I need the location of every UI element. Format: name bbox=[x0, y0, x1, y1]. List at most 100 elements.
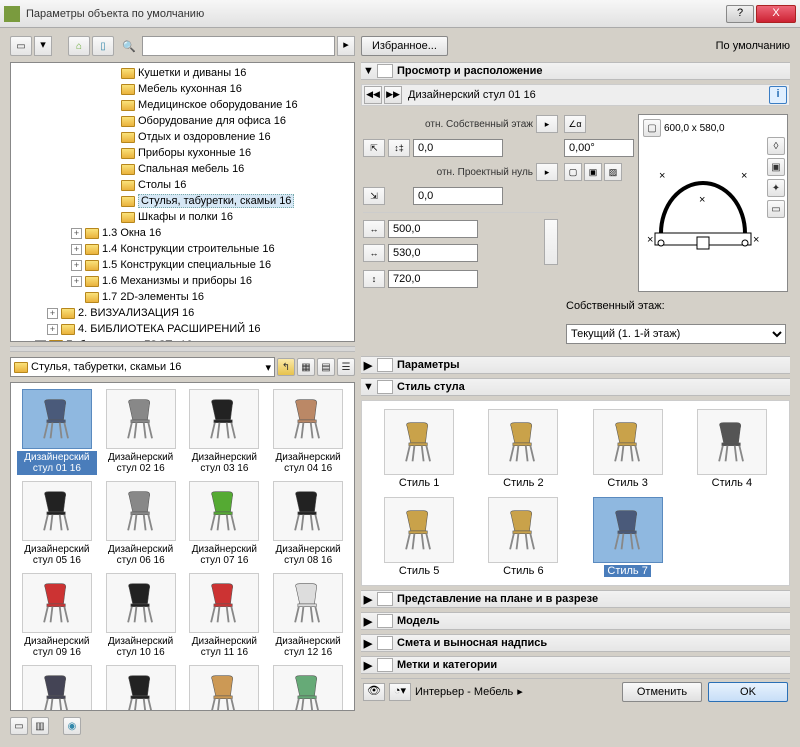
style-label: Стиль 2 bbox=[503, 477, 543, 489]
next-object-button[interactable]: ▶▶ bbox=[384, 86, 402, 104]
thumbnail-item[interactable]: Дизайнерский стул 10 16 bbox=[101, 573, 181, 659]
style-item[interactable]: Стиль 5 bbox=[370, 497, 468, 577]
dim-z-field[interactable] bbox=[388, 270, 478, 288]
expand-toggle[interactable]: + bbox=[35, 340, 46, 343]
search-input[interactable] bbox=[142, 36, 335, 56]
help-button[interactable]: ? bbox=[726, 5, 754, 23]
zero-pick-button[interactable]: ▸ bbox=[536, 163, 558, 181]
mirror-both-button[interactable]: ▨ bbox=[604, 163, 622, 181]
section-plan-header[interactable]: ▶ Представление на плане и в разрезе bbox=[361, 590, 790, 608]
layer-pick-button[interactable]: ◔▾ bbox=[389, 683, 411, 701]
style-item[interactable]: Стиль 4 bbox=[683, 409, 781, 489]
tree-item[interactable]: +1.6 Механизмы и приборы 16 bbox=[11, 273, 354, 289]
expand-toggle[interactable]: + bbox=[47, 308, 58, 319]
ok-button[interactable]: OK bbox=[708, 682, 788, 702]
tree-item[interactable]: 1.7 2D-элементы 16 bbox=[11, 289, 354, 305]
thumbnail-item[interactable]: Дизайнерский стул 04 16 bbox=[268, 389, 348, 475]
style-item[interactable]: Стиль 6 bbox=[474, 497, 572, 577]
tree-item[interactable]: Стулья, табуретки, скамьи 16 bbox=[11, 193, 354, 209]
thumbnail-item[interactable]: Дизайнерский стул 08 16 bbox=[268, 481, 348, 567]
dim-y-field[interactable] bbox=[388, 244, 478, 262]
prev-object-button[interactable]: ◀◀ bbox=[364, 86, 382, 104]
tree-item[interactable]: Приборы кухонные 16 bbox=[11, 145, 354, 161]
section-tags-header[interactable]: ▶ Метки и категории bbox=[361, 656, 790, 674]
splitter[interactable] bbox=[10, 346, 355, 352]
style-item[interactable]: Стиль 1 bbox=[370, 409, 468, 489]
mirror-h-button[interactable]: ▢ bbox=[564, 163, 582, 181]
thumbnail-item[interactable]: Дизайнерский стул 07 16 bbox=[185, 481, 265, 567]
style-item[interactable]: Стиль 3 bbox=[579, 409, 677, 489]
tree-item[interactable]: +Библиотека по ГОСТу 16 bbox=[11, 337, 354, 342]
tree-item[interactable]: Отдых и оздоровление 16 bbox=[11, 129, 354, 145]
thumbnail-item[interactable]: Дизайнерский стул 11 16 bbox=[185, 573, 265, 659]
thumbnail-item[interactable]: Дизайнерский стул 16 bbox=[101, 665, 181, 711]
link-dims-button[interactable] bbox=[544, 219, 558, 265]
tree-item[interactable]: +2. ВИЗУАЛИЗАЦИЯ 16 bbox=[11, 305, 354, 321]
dim-x-field[interactable] bbox=[388, 220, 478, 238]
floor-pick-button[interactable]: ▸ bbox=[536, 115, 558, 133]
thumbnail-item[interactable]: Кресло 01 16 bbox=[268, 665, 348, 711]
style-item[interactable]: Стиль 7 bbox=[579, 497, 677, 577]
tree-item[interactable]: +4. БИБЛИОТЕКА РАСШИРЕНИЙ 16 bbox=[11, 321, 354, 337]
thumbnail-item[interactable]: Дизайнерский стул 13 16 bbox=[17, 665, 97, 711]
thumbnail-item[interactable]: Дизайнерский стул 01 16 bbox=[17, 389, 97, 475]
angle-field[interactable] bbox=[564, 139, 634, 157]
pv-btn-4[interactable]: ▭ bbox=[767, 200, 785, 218]
view-small-button[interactable]: ▤ bbox=[317, 358, 335, 376]
tree-item[interactable]: Кушетки и диваны 16 bbox=[11, 65, 354, 81]
tree-item[interactable]: Столы 16 bbox=[11, 177, 354, 193]
tool-chair-icon[interactable]: ⌂ bbox=[68, 36, 90, 56]
path-combo[interactable]: Стулья, табуретки, скамьи 16 ▾ bbox=[10, 357, 275, 377]
tree-item[interactable]: Мебель кухонная 16 bbox=[11, 81, 354, 97]
lib-btn-2[interactable]: ▥ bbox=[31, 717, 49, 735]
tree-item[interactable]: Оборудование для офиса 16 bbox=[11, 113, 354, 129]
pv-btn-3[interactable]: ✦ bbox=[767, 179, 785, 197]
pv-btn-1[interactable]: ◊ bbox=[767, 137, 785, 155]
view-mode-drop[interactable]: ▾ bbox=[34, 36, 52, 56]
elev-bot-field[interactable] bbox=[413, 187, 503, 205]
floor-select[interactable]: Текущий (1. 1-й этаж) bbox=[566, 324, 786, 344]
tree-item[interactable]: +1.5 Конструкции специальные 16 bbox=[11, 257, 354, 273]
layer-icon[interactable]: 👁 bbox=[363, 683, 385, 701]
expand-toggle[interactable]: + bbox=[71, 260, 82, 271]
elev-top-field[interactable] bbox=[413, 139, 503, 157]
section-style-header[interactable]: ▼ Стиль стула bbox=[361, 378, 790, 396]
thumbnail-item[interactable]: Дизайнерский стул 09 16 bbox=[17, 573, 97, 659]
expand-toggle[interactable]: + bbox=[71, 244, 82, 255]
section-model-header[interactable]: ▶ Модель bbox=[361, 612, 790, 630]
thumbnail-item[interactable]: Дизайнерский Шезлонг 16 bbox=[185, 665, 265, 711]
section-params-header[interactable]: ▶ Параметры bbox=[361, 356, 790, 374]
library-tree[interactable]: Кушетки и диваны 16Мебель кухонная 16Мед… bbox=[10, 62, 355, 342]
view-large-button[interactable]: ▦ bbox=[297, 358, 315, 376]
thumbnail-item[interactable]: Дизайнерский стул 06 16 bbox=[101, 481, 181, 567]
tree-item[interactable]: Шкафы и полки 16 bbox=[11, 209, 354, 225]
section-view-header[interactable]: ▼ Просмотр и расположение bbox=[361, 62, 790, 80]
expand-toggle[interactable]: + bbox=[71, 276, 82, 287]
favorites-button[interactable]: Избранное... bbox=[361, 36, 448, 56]
section-estimate-header[interactable]: ▶ Смета и выносная надпись bbox=[361, 634, 790, 652]
expand-toggle[interactable]: + bbox=[47, 324, 58, 335]
tree-item[interactable]: Медицинское оборудование 16 bbox=[11, 97, 354, 113]
search-drop[interactable]: ▸ bbox=[337, 36, 355, 56]
view-mode-button[interactable]: ▭ bbox=[10, 36, 32, 56]
expand-toggle[interactable]: + bbox=[71, 228, 82, 239]
lib-btn-web[interactable]: ◉ bbox=[63, 717, 81, 735]
view-list-button[interactable]: ☰ bbox=[337, 358, 355, 376]
cancel-button[interactable]: Отменить bbox=[622, 682, 702, 702]
lib-btn-1[interactable]: ▭ bbox=[10, 717, 28, 735]
tool-window-icon[interactable]: ▯ bbox=[92, 36, 114, 56]
thumbnail-item[interactable]: Дизайнерский стул 05 16 bbox=[17, 481, 97, 567]
thumbnail-item[interactable]: Дизайнерский стул 12 16 bbox=[268, 573, 348, 659]
pv-btn-2[interactable]: ▣ bbox=[767, 158, 785, 176]
mirror-v-button[interactable]: ▣ bbox=[584, 163, 602, 181]
thumbnail-item[interactable]: Дизайнерский стул 03 16 bbox=[185, 389, 265, 475]
close-button[interactable]: X bbox=[756, 5, 796, 23]
thumbnail-item[interactable]: Дизайнерский стул 02 16 bbox=[101, 389, 181, 475]
up-folder-button[interactable]: ↰ bbox=[277, 358, 295, 376]
tree-item[interactable]: Спальная мебель 16 bbox=[11, 161, 354, 177]
tree-item[interactable]: +1.4 Конструкции строительные 16 bbox=[11, 241, 354, 257]
info-button[interactable]: i bbox=[769, 86, 787, 104]
thumbnail-label: Дизайнерский стул 10 16 bbox=[101, 635, 181, 659]
tree-item[interactable]: +1.3 Окна 16 bbox=[11, 225, 354, 241]
style-item[interactable]: Стиль 2 bbox=[474, 409, 572, 489]
